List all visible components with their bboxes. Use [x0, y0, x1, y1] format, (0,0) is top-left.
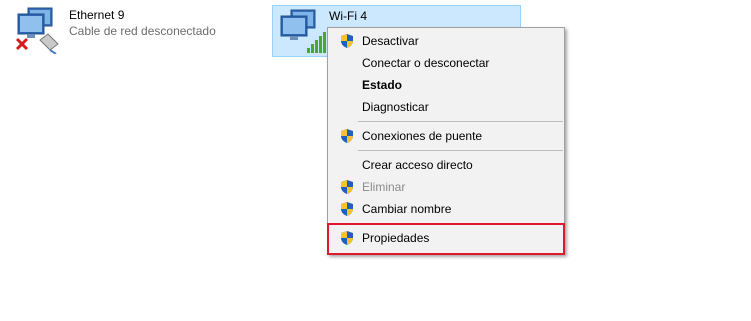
propiedades-highlight-box [327, 223, 565, 255]
adapter-name: Wi-Fi 4 [329, 9, 367, 23]
menu-separator [358, 121, 563, 122]
menu-item-conectar[interactable]: Conectar o desconectar [330, 52, 562, 74]
menu-item-diagnosticar[interactable]: Diagnosticar [330, 96, 562, 118]
menu-item-label: Desactivar [362, 34, 419, 48]
shield-icon [339, 201, 355, 217]
context-menu: Desactivar Conectar o desconectar Estado… [327, 27, 565, 255]
shield-icon [339, 33, 355, 49]
wifi-adapter-icon [277, 8, 329, 56]
menu-item-label: Crear acceso directo [362, 158, 473, 172]
menu-item-label: Cambiar nombre [362, 202, 452, 216]
menu-item-cambiar-nombre[interactable]: Cambiar nombre [330, 198, 562, 220]
ethernet-adapter-icon [14, 6, 66, 55]
menu-item-label: Estado [362, 78, 403, 92]
shield-icon [339, 179, 355, 195]
menu-item-label: Diagnosticar [362, 100, 429, 114]
adapter-ethernet-9[interactable]: Ethernet 9 Cable de red desconectado [10, 4, 240, 56]
menu-item-estado[interactable]: Estado [330, 74, 562, 96]
menu-item-label: Eliminar [362, 180, 406, 194]
shield-icon [339, 128, 355, 144]
menu-item-desactivar[interactable]: Desactivar [330, 30, 562, 52]
menu-item-conexiones-puente[interactable]: Conexiones de puente [330, 125, 562, 147]
menu-item-label: Conexiones de puente [362, 129, 483, 143]
menu-item-crear-acceso-directo[interactable]: Crear acceso directo [330, 154, 562, 176]
menu-item-eliminar: Eliminar [330, 176, 562, 198]
menu-separator [358, 150, 563, 151]
adapter-name: Ethernet 9 [69, 8, 125, 22]
adapter-status: Cable de red desconectado [69, 24, 216, 38]
menu-item-label: Conectar o desconectar [362, 56, 490, 70]
